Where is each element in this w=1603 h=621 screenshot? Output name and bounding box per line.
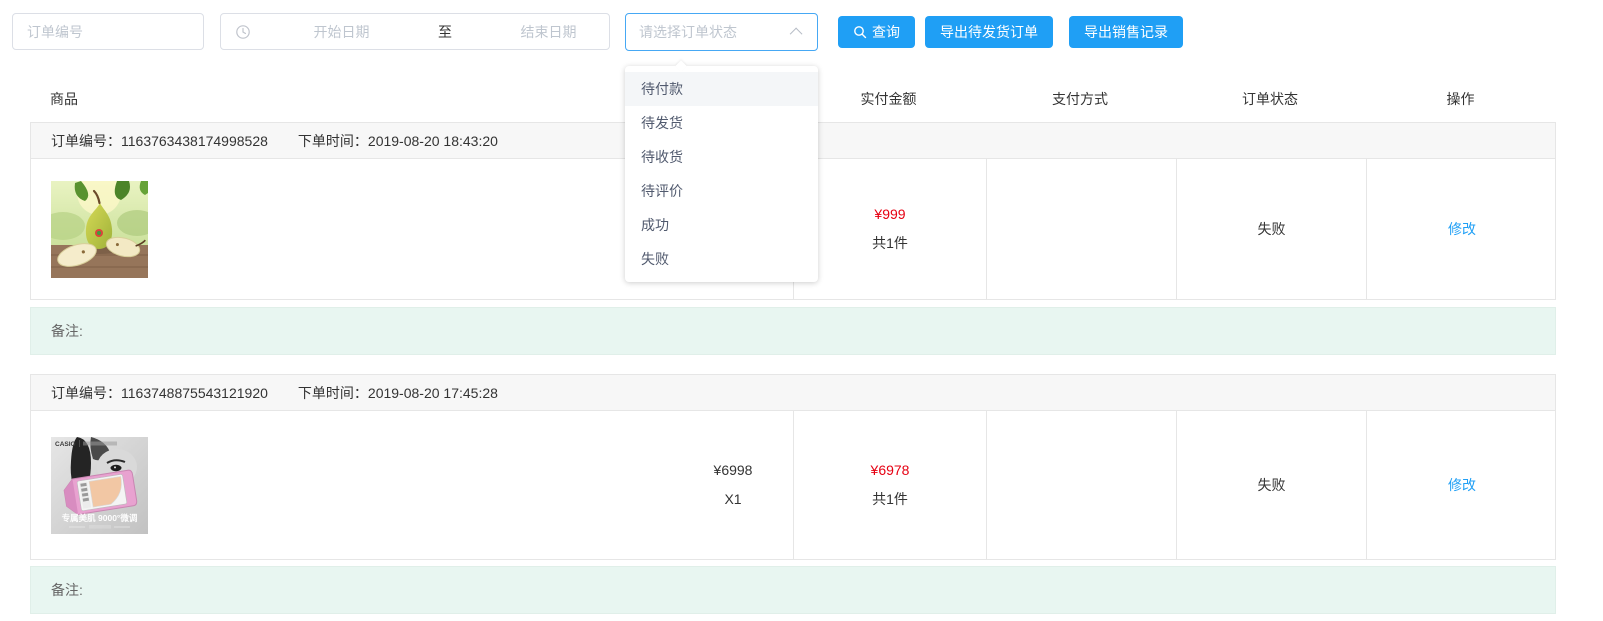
order-status-cell: 失败 — [1176, 159, 1366, 299]
unit-price-quantity: ¥6998 X1 — [673, 456, 793, 514]
unit-price: ¥6998 — [673, 456, 793, 485]
status-option-pending-receipt[interactable]: 待收货 — [625, 140, 818, 174]
paid-amount-cell: ¥999 共1件 — [793, 159, 986, 299]
start-date-input[interactable] — [251, 24, 432, 40]
column-header-order-status: 订单状态 — [1175, 89, 1365, 109]
paid-amount: ¥999 — [874, 200, 905, 229]
order-time-value: 2019-08-20 17:45:28 — [368, 385, 498, 401]
casio-camera-product-image: CASIO 专属美肌 9000° — [51, 437, 148, 534]
order-status-dropdown: 待付款 待发货 待收货 待评价 成功 失败 — [625, 66, 818, 282]
end-date-input[interactable] — [458, 24, 639, 40]
pear-product-image — [51, 181, 148, 278]
modify-link[interactable]: 修改 — [1448, 219, 1476, 239]
status-option-success[interactable]: 成功 — [625, 208, 818, 242]
remark-label: 备注: — [51, 580, 83, 600]
status-option-pending-review[interactable]: 待评价 — [625, 174, 818, 208]
paid-amount-cell: ¥6978 共1件 — [793, 411, 986, 559]
order-status-cell: 失败 — [1176, 411, 1366, 559]
status-option-pending-shipment[interactable]: 待发货 — [625, 106, 818, 140]
product-cell: CASIO 专属美肌 9000° — [31, 411, 793, 559]
export-sales-records-button[interactable]: 导出销售记录 — [1069, 16, 1183, 48]
status-option-pending-payment[interactable]: 待付款 — [625, 72, 818, 106]
order-time-label: 下单时间： — [298, 383, 368, 403]
order-time-value: 2019-08-20 18:43:20 — [368, 133, 498, 149]
items-count: 共1件 — [872, 485, 908, 514]
modify-link[interactable]: 修改 — [1448, 475, 1476, 495]
order-management-page: 至 请选择订单状态 查询 导出待发货订单 导出销售记录 商品 实付金额 支付方式… — [0, 0, 1603, 621]
payment-method-cell — [986, 159, 1176, 299]
date-range-picker[interactable]: 至 — [220, 13, 610, 50]
payment-method-cell — [986, 411, 1176, 559]
search-icon — [853, 25, 867, 39]
order-row: CASIO 专属美肌 9000° — [31, 411, 1555, 559]
order-status: 失败 — [1258, 475, 1286, 495]
order-number-label: 订单编号： — [51, 131, 121, 151]
date-range-separator: 至 — [432, 22, 458, 42]
export-pending-orders-button[interactable]: 导出待发货订单 — [925, 16, 1053, 48]
remark-label: 备注: — [51, 321, 83, 341]
clock-icon — [235, 24, 251, 40]
order-status-select[interactable]: 请选择订单状态 — [625, 13, 818, 51]
action-cell: 修改 — [1366, 159, 1557, 299]
order-number-label: 订单编号： — [51, 383, 121, 403]
column-header-action: 操作 — [1365, 89, 1556, 109]
product-image-slogan-text: 专属美肌 9000°微调 — [62, 513, 138, 523]
order-header-bar: 订单编号：1163748875543121920 下单时间：2019-08-20… — [31, 375, 1555, 411]
remark-bar: 备注: — [30, 566, 1556, 614]
paid-amount: ¥6978 — [871, 456, 910, 485]
product-image-brand-text: CASIO — [55, 441, 76, 448]
column-header-payment-method: 支付方式 — [985, 89, 1175, 109]
items-count: 共1件 — [872, 229, 908, 258]
order-number-value: 1163763438174998528 — [121, 133, 268, 149]
remark-bar: 备注: — [30, 307, 1556, 355]
order-time-label: 下单时间： — [298, 131, 368, 151]
status-option-failed[interactable]: 失败 — [625, 242, 818, 276]
quantity: X1 — [673, 485, 793, 514]
search-button[interactable]: 查询 — [838, 16, 915, 48]
toolbar: 至 请选择订单状态 查询 导出待发货订单 导出销售记录 — [0, 0, 1603, 51]
order-block: 订单编号：1163748875543121920 下单时间：2019-08-20… — [30, 374, 1556, 560]
order-number-value: 1163748875543121920 — [121, 385, 268, 401]
order-status-placeholder: 请选择订单状态 — [639, 22, 793, 42]
search-button-label: 查询 — [872, 22, 900, 42]
order-status: 失败 — [1258, 219, 1286, 239]
column-header-paid-amount: 实付金额 — [792, 89, 985, 109]
action-cell: 修改 — [1366, 411, 1557, 559]
order-number-input[interactable] — [12, 13, 204, 50]
